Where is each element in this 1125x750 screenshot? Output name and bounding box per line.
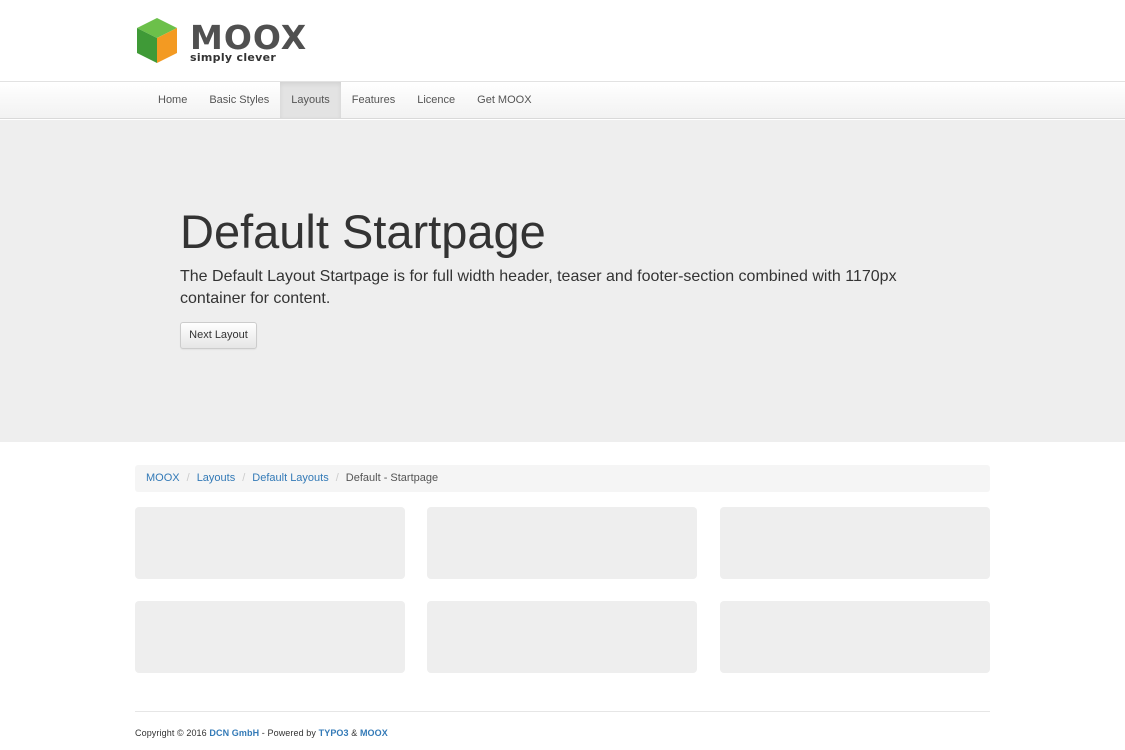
hero-section: Default Startpage The Default Layout Sta… (0, 120, 1125, 442)
content-panel (427, 507, 697, 579)
nav-item-licence[interactable]: Licence (406, 82, 466, 118)
footer-link-dcn[interactable]: DCN GmbH (209, 728, 259, 738)
breadcrumb-separator: / (186, 472, 190, 484)
nav-item-home[interactable]: Home (147, 82, 198, 118)
breadcrumb-separator: / (242, 472, 246, 484)
moox-logo[interactable]: MOOX simply clever (135, 16, 335, 66)
nav-item-layouts[interactable]: Layouts (280, 82, 341, 118)
cube-icon (137, 18, 177, 63)
page-title: Default Startpage (180, 205, 546, 258)
logo-tagline: simply clever (190, 51, 277, 64)
nav-list: Home Basic Styles Layouts Features Licen… (147, 82, 543, 118)
content-panel (720, 601, 990, 673)
breadcrumb-link-layouts[interactable]: Layouts (197, 465, 236, 492)
nav-item-basic-styles[interactable]: Basic Styles (198, 82, 280, 118)
footer-copyright: Copyright © 2016 DCN GmbH - Powered by T… (135, 728, 388, 738)
footer-link-moox[interactable]: MOOX (360, 728, 388, 738)
content-panel (135, 507, 405, 579)
nav-item-get-moox[interactable]: Get MOOX (466, 82, 542, 118)
breadcrumb-link-default-layouts[interactable]: Default Layouts (252, 465, 328, 492)
footer-divider (135, 711, 990, 712)
content-panel (427, 601, 697, 673)
footer-link-typo3[interactable]: TYPO3 (319, 728, 349, 738)
breadcrumb: MOOX / Layouts / Default Layouts / Defau… (135, 465, 990, 492)
footer-prefix: Copyright © 2016 (135, 728, 210, 738)
hero-description: The Default Layout Startpage is for full… (180, 268, 897, 307)
content-panel (135, 601, 405, 673)
breadcrumb-current: Default - Startpage (345, 472, 439, 484)
breadcrumb-separator: / (335, 472, 339, 484)
footer-amp: & (348, 728, 360, 738)
logo-bar: MOOX simply clever (0, 0, 1125, 81)
main-navbar: Home Basic Styles Layouts Features Licen… (0, 81, 1125, 119)
footer-powered: - Powered by (259, 728, 319, 738)
content-panel (720, 507, 990, 579)
next-layout-button[interactable]: Next Layout (180, 322, 257, 349)
breadcrumb-link-moox[interactable]: MOOX (146, 465, 180, 492)
nav-item-features[interactable]: Features (341, 82, 406, 118)
